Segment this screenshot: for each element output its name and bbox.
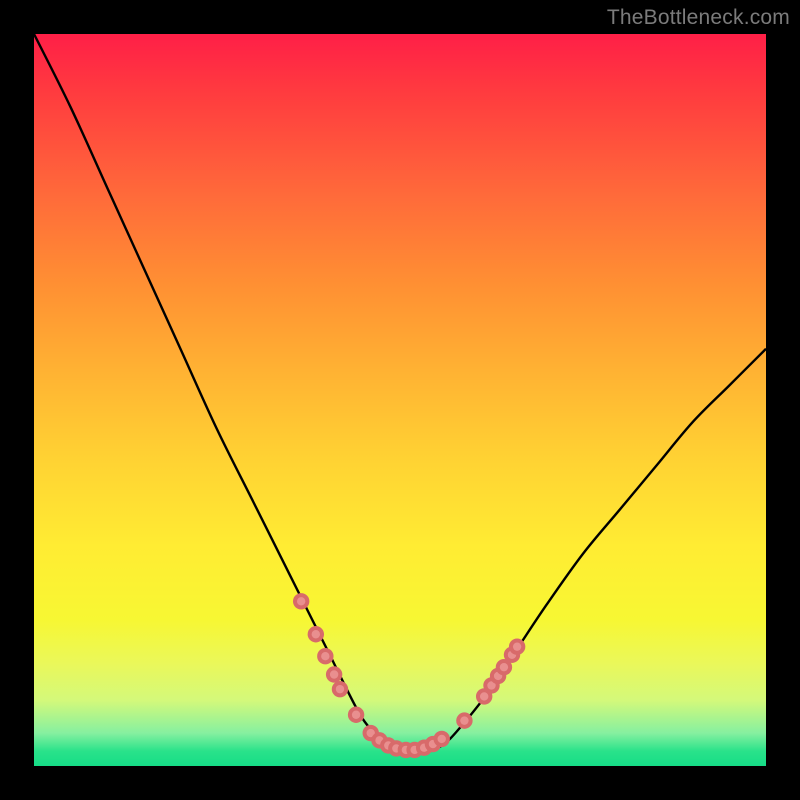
marker-dot-core [336,685,344,693]
marker-dot-core [513,642,521,650]
marker-dot-core [297,597,305,605]
marker-dot-core [321,652,329,660]
marker-dot-core [312,630,320,638]
marker-dot-core [330,670,338,678]
watermark-text: TheBottleneck.com [607,6,790,30]
chart-frame: TheBottleneck.com [0,0,800,800]
marker-dot-core [438,735,446,743]
chart-svg [34,34,766,766]
marker-dot-core [480,692,488,700]
marker-dot-core [500,663,508,671]
chart-plot-area [34,34,766,766]
highlight-markers [293,593,525,758]
bottleneck-curve [34,34,766,752]
marker-dot-core [352,711,360,719]
marker-dot-core [460,716,468,724]
